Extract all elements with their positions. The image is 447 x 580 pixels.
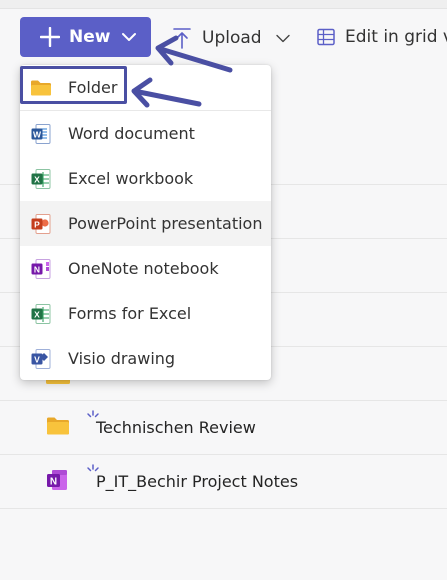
menu-item-label: Visio drawing <box>68 349 176 368</box>
svg-text:X: X <box>34 174 40 184</box>
excel-icon: X <box>31 169 51 189</box>
onenote-icon: N <box>47 470 67 490</box>
svg-text:V: V <box>34 354 40 364</box>
row-divider <box>0 508 447 509</box>
file-name[interactable]: P_IT_Bechir Project Notes <box>96 472 298 491</box>
menu-item-label: Forms for Excel <box>68 304 192 323</box>
chevron-down-icon[interactable] <box>275 34 290 43</box>
annotation-arrow-icon <box>131 77 202 108</box>
new-dropdown-menu: Folder W Word document X Excel workbook … <box>20 65 271 380</box>
grid-icon <box>317 28 335 46</box>
new-button-label: New <box>69 27 111 47</box>
row-divider <box>0 400 447 401</box>
menu-item-onenote-notebook[interactable]: N OneNote notebook <box>20 246 271 291</box>
forms-excel-icon: X <box>31 304 51 324</box>
row-divider <box>0 454 447 455</box>
word-icon: W <box>31 124 51 144</box>
menu-item-visio-drawing[interactable]: V Visio drawing <box>20 336 271 381</box>
menu-item-label: Word document <box>68 124 195 143</box>
list-item[interactable]: N P_IT_Bechir Project Notes <box>0 456 447 506</box>
powerpoint-icon: P <box>31 214 51 234</box>
svg-text:P: P <box>34 219 40 229</box>
menu-item-word-document[interactable]: W Word document <box>20 111 271 156</box>
edit-in-grid-view-label: Edit in grid vi <box>345 27 447 47</box>
menu-item-label: Excel workbook <box>68 169 194 188</box>
svg-text:X: X <box>34 309 40 319</box>
svg-text:N: N <box>34 264 40 274</box>
edit-in-grid-view-button[interactable]: Edit in grid vi <box>317 27 447 47</box>
folder-icon <box>47 417 69 435</box>
onenote-icon: N <box>31 259 51 279</box>
list-item[interactable]: Technischen Review <box>0 402 447 452</box>
folder-highlight-box <box>20 66 127 104</box>
file-name[interactable]: Technischen Review <box>96 418 256 437</box>
menu-item-label: OneNote notebook <box>68 259 219 278</box>
menu-item-powerpoint-presentation[interactable]: P PowerPoint presentation <box>20 201 271 246</box>
menu-item-label: PowerPoint presentation <box>68 214 263 233</box>
visio-icon: V <box>31 349 51 369</box>
new-button[interactable]: New <box>20 17 151 57</box>
svg-text:W: W <box>33 129 42 139</box>
chevron-down-icon <box>122 33 137 41</box>
menu-item-forms-for-excel[interactable]: X Forms for Excel <box>20 291 271 336</box>
plus-icon <box>40 27 60 47</box>
annotation-arrow-icon <box>155 35 233 73</box>
svg-text:N: N <box>50 477 57 488</box>
menu-item-excel-workbook[interactable]: X Excel workbook <box>20 156 271 201</box>
